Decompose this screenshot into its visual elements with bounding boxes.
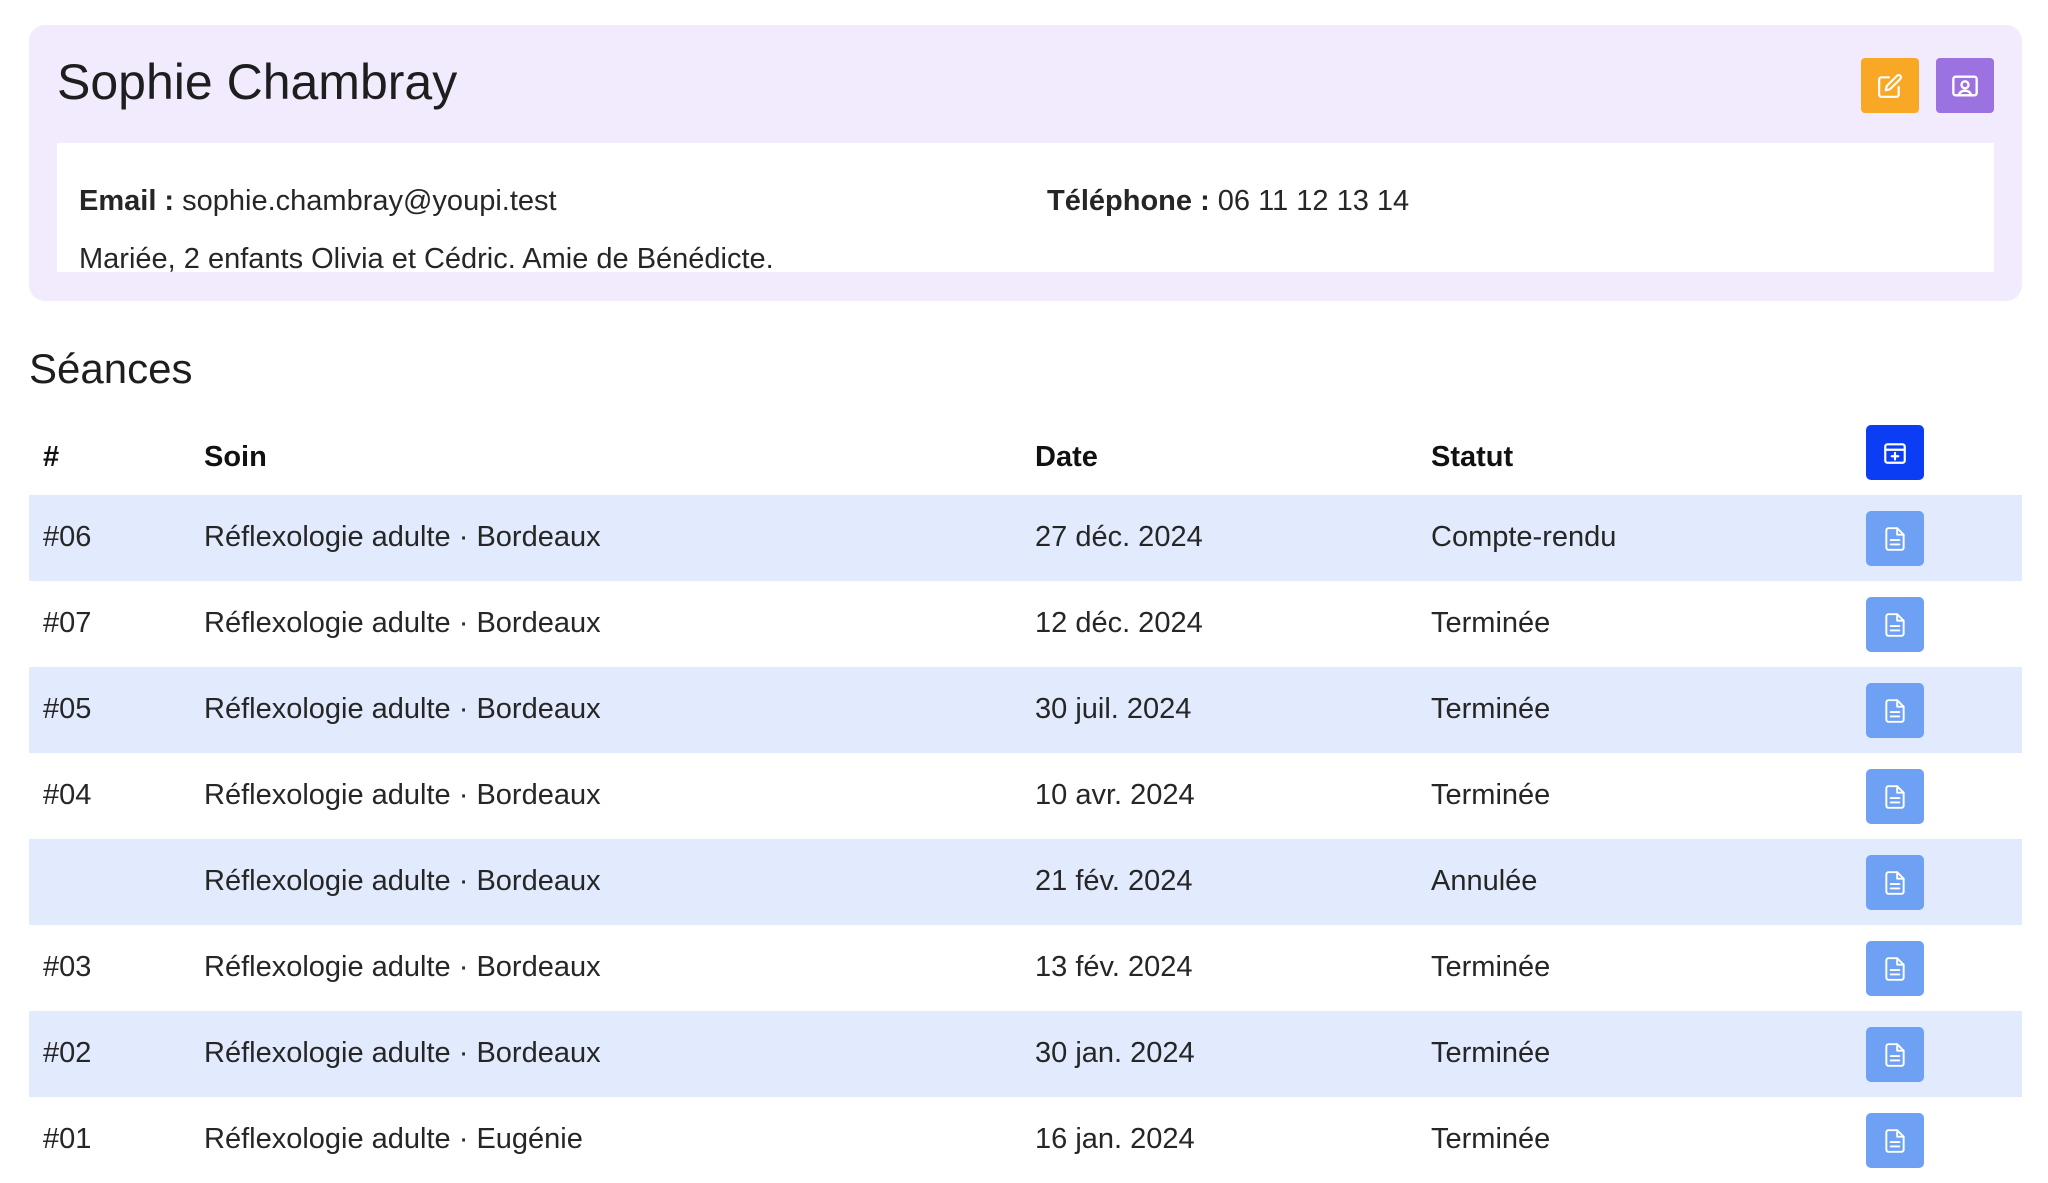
table-row: #07 Réflexologie adulte · Bordeaux 12 déc.… [29, 581, 2022, 667]
session-statut: Terminée [1431, 1037, 1551, 1069]
add-session-button[interactable] [1866, 425, 1924, 480]
session-soin: Réflexologie adulte · Bordeaux [204, 607, 601, 639]
session-statut: Annulée [1431, 865, 1538, 897]
client-info: Email : sophie.chambray@youpi.test Télép… [57, 143, 1994, 275]
sessions-table: # Soin Date Statut #06 Réflexologie adult… [29, 415, 2022, 1183]
table-row: #05 Réflexologie adulte · Bordeaux 30 juil… [29, 667, 2022, 753]
email-line: Email : sophie.chambray@youpi.test [79, 185, 557, 218]
session-date: 30 jan. 2024 [1035, 1037, 1195, 1069]
document-icon [1885, 956, 1905, 981]
header-soin: Soin [204, 441, 267, 473]
email-value: sophie.chambray@youpi.test [182, 185, 557, 217]
document-icon [1885, 1128, 1905, 1153]
table-row: #02 Réflexologie adulte · Bordeaux 30 jan.… [29, 1011, 2022, 1097]
session-num: #01 [43, 1123, 92, 1155]
session-num: #04 [43, 779, 92, 811]
header-statut: Statut [1431, 441, 1514, 473]
table-row: #01 Réflexologie adulte · Eugénie 16 jan. … [29, 1097, 2022, 1183]
table-row: #06 Réflexologie adulte · Bordeaux 27 déc.… [29, 495, 2022, 581]
session-soin: Réflexologie adulte · Bordeaux [204, 865, 601, 897]
edit-client-button[interactable] [1861, 58, 1919, 113]
document-icon [1885, 1042, 1905, 1067]
table-row: #04 Réflexologie adulte · Bordeaux 10 avr.… [29, 753, 2022, 839]
edit-icon [1878, 73, 1902, 98]
session-report-button[interactable] [1866, 511, 1924, 566]
client-name: Sophie Chambray [57, 54, 458, 110]
document-icon [1885, 612, 1905, 637]
session-soin: Réflexologie adulte · Bordeaux [204, 1037, 601, 1069]
document-icon [1885, 784, 1905, 809]
session-statut: Terminée [1431, 607, 1551, 639]
session-soin: Réflexologie adulte · Bordeaux [204, 951, 601, 983]
session-num: #03 [43, 951, 92, 983]
contact-card-icon [1952, 75, 1978, 97]
session-date: 13 fév. 2024 [1035, 951, 1193, 983]
calendar-plus-icon [1884, 442, 1906, 464]
session-statut: Compte-rendu [1431, 521, 1617, 553]
document-icon [1885, 870, 1905, 895]
client-actions [1861, 58, 1994, 113]
session-report-button[interactable] [1866, 683, 1924, 738]
session-soin: Réflexologie adulte · Bordeaux [204, 521, 601, 553]
session-statut: Terminée [1431, 951, 1551, 983]
header-date: Date [1035, 441, 1098, 473]
session-num: #02 [43, 1037, 92, 1069]
session-statut: Terminée [1431, 693, 1551, 725]
table-row: #03 Réflexologie adulte · Bordeaux 13 fév.… [29, 925, 2022, 1011]
session-statut: Terminée [1431, 1123, 1551, 1155]
session-report-button[interactable] [1866, 1027, 1924, 1082]
header-num: # [43, 441, 60, 473]
session-num: #06 [43, 521, 92, 553]
phone-label: Téléphone : [1047, 185, 1210, 217]
table-row: Réflexologie adulte · Bordeaux 21 fév. 20… [29, 839, 2022, 925]
table-header: # Soin Date Statut [29, 415, 2022, 495]
session-date: 21 fév. 2024 [1035, 865, 1193, 897]
document-icon [1885, 698, 1905, 723]
sessions-title: Séances [29, 345, 193, 392]
session-date: 12 déc. 2024 [1035, 607, 1203, 639]
session-report-button[interactable] [1866, 597, 1924, 652]
session-soin: Réflexologie adulte · Bordeaux [204, 693, 601, 725]
session-num: #05 [43, 693, 92, 725]
document-icon [1885, 526, 1905, 551]
table-body: #06 Réflexologie adulte · Bordeaux 27 déc.… [29, 495, 2022, 1183]
phone-line: Téléphone : 06 11 12 13 14 [1047, 185, 1409, 218]
client-note: Mariée, 2 enfants Olivia et Cédric. Amie… [79, 243, 774, 275]
session-report-button[interactable] [1866, 1113, 1924, 1168]
session-date: 16 jan. 2024 [1035, 1123, 1195, 1155]
email-label: Email : [79, 185, 175, 217]
session-date: 30 juil. 2024 [1035, 693, 1192, 725]
session-date: 10 avr. 2024 [1035, 779, 1195, 811]
session-date: 27 déc. 2024 [1035, 521, 1203, 553]
session-soin: Réflexologie adulte · Bordeaux [204, 779, 601, 811]
session-report-button[interactable] [1866, 769, 1924, 824]
session-num: #07 [43, 607, 92, 639]
phone-value: 06 11 12 13 14 [1217, 185, 1410, 217]
session-statut: Terminée [1431, 779, 1551, 811]
view-contact-button[interactable] [1936, 58, 1994, 113]
client-card: Sophie Chambray Email : sophie.chambray@… [29, 25, 2022, 301]
session-report-button[interactable] [1866, 855, 1924, 910]
session-soin: Réflexologie adulte · Eugénie [204, 1123, 583, 1155]
session-report-button[interactable] [1866, 941, 1924, 996]
